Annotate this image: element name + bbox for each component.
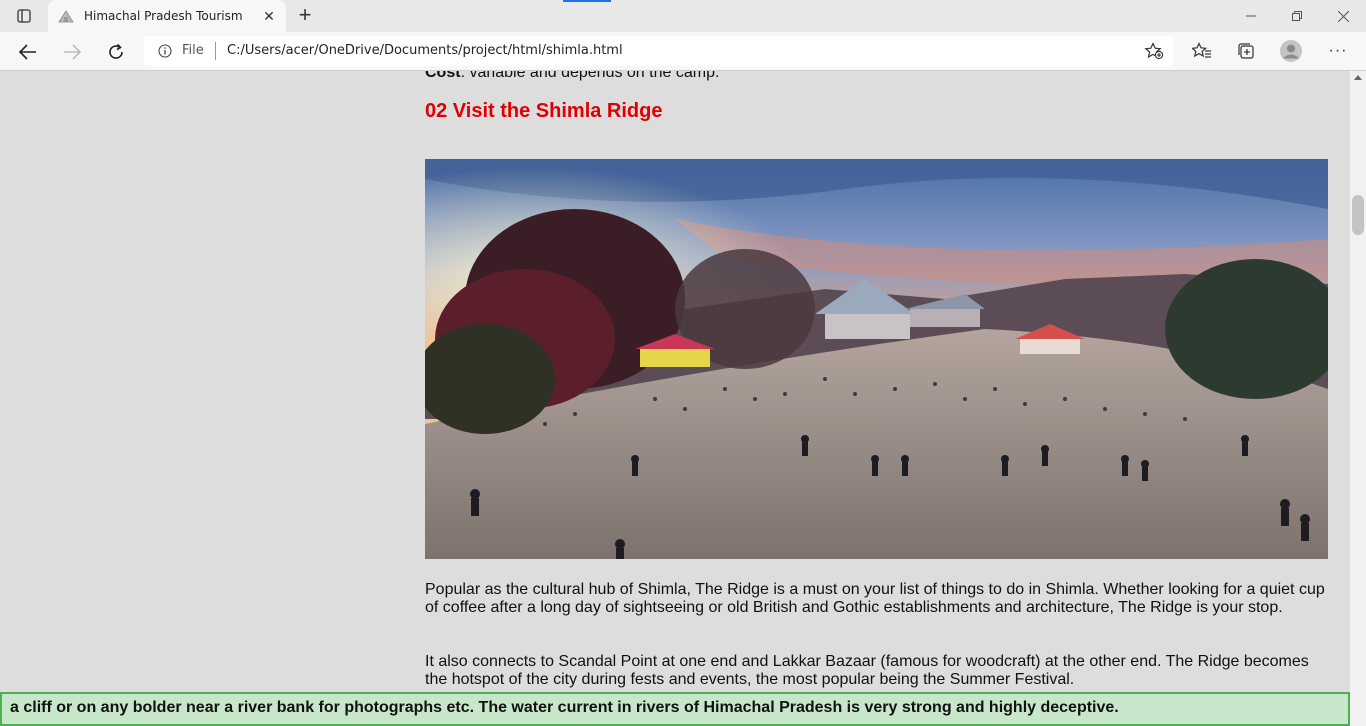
back-arrow-icon[interactable] (14, 38, 42, 66)
url-text[interactable]: C:/Users/acer/OneDrive/Documents/project… (227, 43, 623, 58)
close-icon[interactable]: ✕ (262, 9, 276, 23)
tab-actions-icon[interactable] (12, 6, 36, 26)
more-icon[interactable]: ··· (1327, 40, 1349, 62)
reload-icon[interactable] (102, 38, 130, 66)
collections-icon[interactable] (1235, 40, 1257, 62)
profile-icon[interactable] (1280, 40, 1302, 62)
section-heading: 02 Visit the Shimla Ridge (425, 100, 663, 122)
paragraph-ridge-details: It also connects to Scandal Point at one… (425, 653, 1309, 688)
tab-title: Himachal Pradesh Tourism (84, 9, 243, 23)
cost-label: Cost (425, 71, 461, 81)
browser-toolbar: File C:/Users/acer/OneDrive/Documents/pr… (0, 32, 1366, 71)
minimize-icon[interactable] (1228, 0, 1274, 32)
cost-text: : variable and depends on the camp. (460, 71, 720, 81)
cost-line: Cost: variable and depends on the camp. (425, 71, 719, 82)
scheme-label: File (182, 43, 204, 58)
tab-indicator (563, 0, 611, 2)
page-viewport: Cost: variable and depends on the camp. … (0, 71, 1350, 726)
browser-tab[interactable]: Himachal Pradesh Tourism ✕ (48, 0, 286, 32)
ticker-text: a cliff or on any bolder near a river ba… (10, 699, 1119, 716)
scroll-up-arrow[interactable] (1354, 75, 1362, 80)
vertical-scrollbar[interactable] (1350, 71, 1366, 726)
plus-icon[interactable]: + (294, 4, 316, 27)
address-bar[interactable]: File C:/Users/acer/OneDrive/Documents/pr… (144, 36, 1174, 66)
address-separator (215, 42, 216, 60)
forward-arrow-icon[interactable] (58, 38, 86, 66)
paragraph-ridge-intro: Popular as the cultural hub of Shimla, T… (425, 581, 1325, 616)
window-close-icon[interactable] (1320, 0, 1366, 32)
tab-bar: Himachal Pradesh Tourism ✕ + (0, 0, 1366, 32)
restore-icon[interactable] (1274, 0, 1320, 32)
warning-ticker: a cliff or on any bolder near a river ba… (0, 692, 1350, 726)
info-icon[interactable] (158, 44, 172, 58)
add-favorite-icon[interactable] (1144, 42, 1164, 60)
tab-favicon (58, 9, 74, 23)
scroll-thumb[interactable] (1352, 195, 1364, 235)
shimla-ridge-photo (425, 159, 1328, 559)
favorites-icon[interactable] (1191, 40, 1213, 62)
